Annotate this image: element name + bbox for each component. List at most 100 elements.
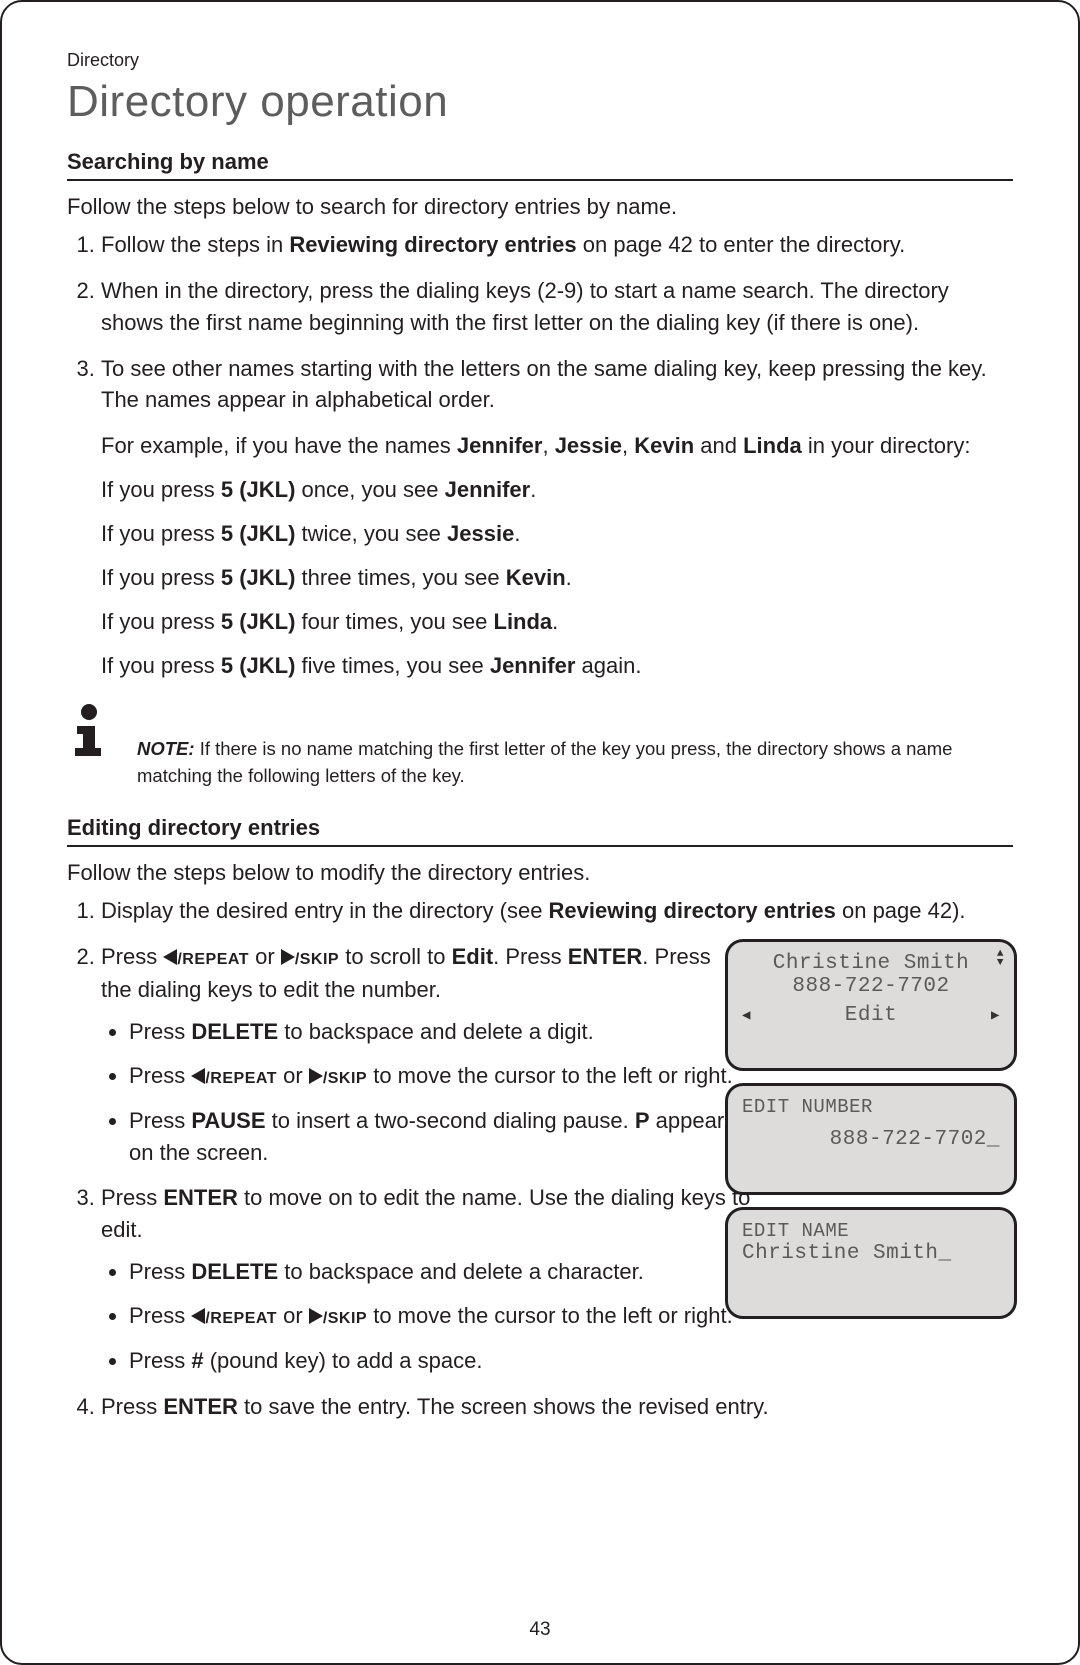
text: to move the cursor to the left or right.	[367, 1303, 733, 1328]
list-item: Press # (pound key) to add a space.	[129, 1345, 1013, 1377]
delete-word: DELETE	[191, 1259, 278, 1284]
breadcrumb: Directory	[67, 50, 1013, 71]
text: to backspace and delete a digit.	[278, 1019, 594, 1044]
example-line: If you press 5 (JKL) five times, you see…	[101, 650, 1013, 682]
note-block: NOTE: If there is no name matching the f…	[67, 702, 1013, 790]
sub-bullets: Press DELETE to backspace and delete a d…	[101, 1016, 769, 1169]
text: ,	[622, 433, 634, 458]
key-5jkl: 5 (JKL)	[221, 609, 296, 634]
page-title: Directory operation	[67, 77, 1013, 127]
enter-word: ENTER	[163, 1185, 238, 1210]
text: Press	[129, 1108, 191, 1133]
text: . Press	[493, 944, 568, 969]
text: If you press	[101, 609, 221, 634]
text: Press	[101, 944, 163, 969]
lcd-action: Edit	[845, 1004, 897, 1027]
triangle-left-icon: ◀	[742, 1007, 751, 1024]
hash-word: #	[191, 1348, 203, 1373]
name-jennifer: Jennifer	[445, 477, 531, 502]
name-linda: Linda	[743, 433, 802, 458]
text: again.	[575, 653, 641, 678]
text: five times, you see	[295, 653, 489, 678]
triangle-left-icon	[191, 1061, 205, 1093]
triangle-right-icon: ▶	[991, 1007, 1000, 1024]
text: once, you see	[295, 477, 444, 502]
example-line: If you press 5 (JKL) twice, you see Jess…	[101, 518, 1013, 550]
text: (pound key) to add a space.	[204, 1348, 483, 1373]
example-line: If you press 5 (JKL) once, you see Jenni…	[101, 474, 1013, 506]
text: Follow the steps in	[101, 232, 289, 257]
key-5jkl: 5 (JKL)	[221, 565, 296, 590]
reviewing-link: Reviewing directory entries	[549, 898, 836, 923]
lcd-name: Christine Smith_	[742, 1242, 1000, 1265]
example-line: If you press 5 (JKL) three times, you se…	[101, 562, 1013, 594]
list-item: Press DELETE to backspace and delete a c…	[129, 1256, 789, 1288]
name-kevin: Kevin	[506, 565, 566, 590]
list-item: To see other names starting with the let…	[101, 353, 1013, 682]
note-text: NOTE: If there is no name matching the f…	[135, 702, 1013, 790]
key-5jkl: 5 (JKL)	[221, 477, 296, 502]
text: or	[277, 1063, 309, 1088]
lcd-number: 888-722-7702	[742, 975, 1000, 998]
text: or	[249, 944, 281, 969]
enter-word: ENTER	[568, 944, 643, 969]
text: or	[277, 1303, 309, 1328]
intro-text: Follow the steps below to modify the dir…	[67, 857, 1013, 889]
list-item: When in the directory, press the dialing…	[101, 275, 1013, 339]
search-steps-list: Follow the steps in Reviewing directory …	[67, 229, 1013, 682]
skip-label: /SKIP	[323, 1310, 367, 1327]
text: Press	[101, 1185, 163, 1210]
text: and	[694, 433, 743, 458]
text: If there is no name matching the first l…	[137, 738, 952, 786]
name-kevin: Kevin	[634, 433, 694, 458]
text: ,	[542, 433, 554, 458]
section-heading-editing: Editing directory entries	[67, 815, 1013, 847]
example-intro: For example, if you have the names Jenni…	[101, 430, 1013, 462]
name-jennifer: Jennifer	[490, 653, 576, 678]
triangle-left-icon	[191, 1301, 205, 1333]
text: to save the entry. The screen shows the …	[238, 1394, 769, 1419]
note-label: NOTE:	[137, 738, 195, 759]
text: to move the cursor to the left or right.	[367, 1063, 733, 1088]
text: four times, you see	[295, 609, 493, 634]
triangle-right-icon	[281, 942, 295, 974]
key-5jkl: 5 (JKL)	[221, 653, 296, 678]
text: Press	[129, 1259, 191, 1284]
text: to insert a two-second dialing pause.	[266, 1108, 635, 1133]
lcd-title: EDIT NAME	[742, 1220, 1000, 1242]
text: three times, you see	[295, 565, 505, 590]
page-number: 43	[2, 1619, 1078, 1641]
text: twice, you see	[295, 521, 447, 546]
text: .	[566, 565, 572, 590]
text: to backspace and delete a character.	[278, 1259, 644, 1284]
list-item: Follow the steps in Reviewing directory …	[101, 229, 1013, 261]
text: in your directory:	[802, 433, 971, 458]
p-word: P	[635, 1108, 650, 1133]
name-linda: Linda	[494, 609, 553, 634]
lcd-screens: ▲▼ Christine Smith 888-722-7702 ◀ Edit ▶…	[725, 939, 1017, 1319]
text: Press	[129, 1019, 191, 1044]
text: on page 42).	[836, 898, 966, 923]
text: If you press	[101, 565, 221, 590]
section-heading-searching: Searching by name	[67, 149, 1013, 181]
reviewing-link: Reviewing directory entries	[289, 232, 576, 257]
example-line: If you press 5 (JKL) four times, you see…	[101, 606, 1013, 638]
up-down-arrow-icon: ▲▼	[997, 950, 1004, 968]
pause-word: PAUSE	[191, 1108, 265, 1133]
name-jessie: Jessie	[447, 521, 514, 546]
list-item: Press ENTER to save the entry. The scree…	[101, 1391, 1013, 1423]
list-item: Display the desired entry in the directo…	[101, 895, 1013, 927]
repeat-label: /REPEAT	[205, 1070, 277, 1087]
text: on page 42 to enter the directory.	[577, 232, 906, 257]
text: .	[552, 609, 558, 634]
text: .	[530, 477, 536, 502]
text: If you press	[101, 521, 221, 546]
lcd-title: EDIT NUMBER	[742, 1096, 1000, 1118]
list-item: Press /REPEAT or /SKIP to move the curso…	[129, 1060, 769, 1093]
text: Display the desired entry in the directo…	[101, 898, 549, 923]
text: If you press	[101, 653, 221, 678]
lcd-name: Christine Smith	[742, 952, 1000, 975]
lcd-edit-number-screen: EDIT NUMBER 888-722-7702_	[725, 1083, 1017, 1195]
lcd-edit-name-screen: EDIT NAME Christine Smith_	[725, 1207, 1017, 1319]
text: To see other names starting with the let…	[101, 353, 1013, 417]
